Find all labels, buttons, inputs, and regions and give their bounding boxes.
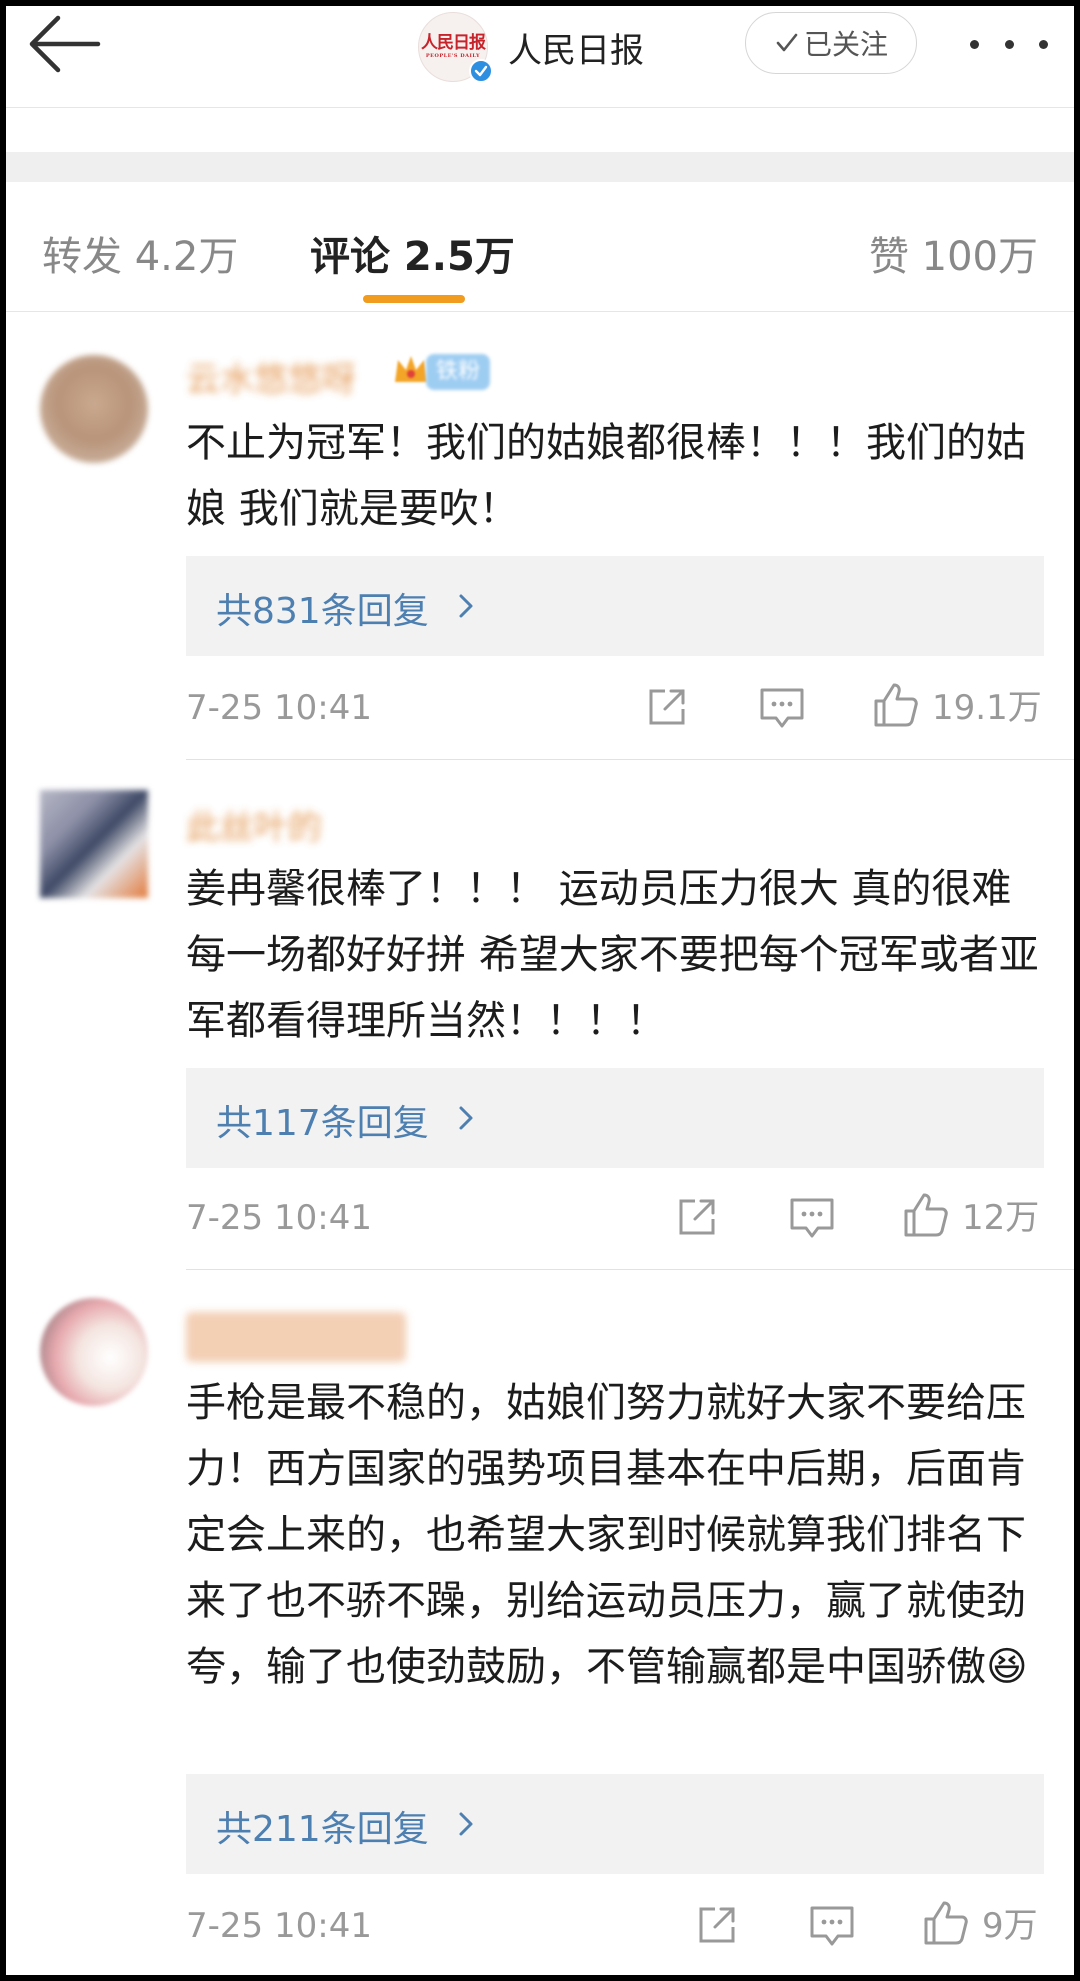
like-count: 9万 bbox=[982, 1906, 1038, 1946]
section-separator bbox=[0, 152, 1080, 182]
account-header[interactable]: 人民日报 PEOPLE'S DAILY 人民日报 bbox=[418, 12, 644, 83]
reply-count: 共117条回复 bbox=[216, 1103, 429, 1144]
like-count: 12万 bbox=[962, 1198, 1040, 1238]
reply-icon[interactable] bbox=[788, 1196, 836, 1240]
account-avatar[interactable]: 人民日报 PEOPLE'S DAILY bbox=[418, 12, 493, 83]
top-bar: 人民日报 PEOPLE'S DAILY 人民日报 已关注 bbox=[0, 0, 1080, 108]
username[interactable]: 此丝叶的 bbox=[186, 800, 322, 850]
share-icon[interactable] bbox=[675, 1195, 719, 1239]
tab-comment[interactable]: 评论 2.5万 bbox=[310, 224, 515, 282]
account-name[interactable]: 人民日报 bbox=[508, 23, 644, 72]
avatar[interactable] bbox=[40, 1298, 148, 1406]
reply-icon[interactable] bbox=[808, 1904, 856, 1948]
reply-icon[interactable] bbox=[758, 686, 806, 730]
share-icon[interactable] bbox=[645, 685, 689, 729]
comment-text: 姜冉馨很棒了！！！ 运动员压力很大 真的很难 每一场都好好拼 希望大家不要把每个… bbox=[186, 866, 1039, 1044]
follow-label: 已关注 bbox=[803, 28, 888, 61]
avatar[interactable] bbox=[40, 790, 148, 898]
comment-text: 手枪是最不稳的，姑娘们努力就好大家不要给压力！西方国家的强势项目基本在中后期，后… bbox=[186, 1380, 1028, 1690]
tab-like[interactable]: 赞 100万 bbox=[869, 224, 1038, 282]
comment-item: 云水悠悠呀 铁粉 不止为冠军！我们的姑娘都很棒！！！我们的姑娘 我们就是要吹！ … bbox=[0, 330, 1080, 760]
comment-text: 不止为冠军！我们的姑娘都很棒！！！我们的姑娘 我们就是要吹！ bbox=[186, 420, 1026, 532]
like-button[interactable]: 19.1万 bbox=[872, 680, 1042, 729]
chevron-right-icon bbox=[459, 1106, 473, 1130]
active-tab-indicator bbox=[363, 295, 465, 303]
username[interactable] bbox=[186, 1312, 406, 1362]
avatar[interactable] bbox=[40, 355, 148, 463]
thumbs-up-icon bbox=[874, 683, 918, 726]
comment-item: 此丝叶的 姜冉馨很棒了！！！ 运动员压力很大 真的很难 每一场都好好拼 希望大家… bbox=[0, 760, 1080, 1270]
verified-badge-icon bbox=[469, 59, 493, 83]
username[interactable]: 云水悠悠呀 bbox=[186, 352, 356, 402]
crown-icon bbox=[395, 356, 427, 382]
chevron-right-icon bbox=[459, 594, 473, 618]
thumbs-up-icon bbox=[924, 1901, 968, 1944]
reply-count: 共211条回复 bbox=[216, 1809, 429, 1850]
like-button[interactable]: 9万 bbox=[922, 1898, 1038, 1947]
comment-time: 7-25 10:41 bbox=[186, 688, 372, 728]
view-replies-button[interactable]: 共211条回复 bbox=[186, 1774, 1044, 1874]
thumbs-up-icon bbox=[904, 1193, 948, 1236]
tab-bar: 转发 4.2万 评论 2.5万 赞 100万 bbox=[0, 182, 1080, 312]
view-replies-button[interactable]: 共117条回复 bbox=[186, 1068, 1044, 1168]
tab-repost[interactable]: 转发 4.2万 bbox=[42, 224, 238, 282]
like-button[interactable]: 12万 bbox=[902, 1190, 1039, 1239]
follow-button[interactable]: 已关注 bbox=[745, 12, 917, 74]
share-icon[interactable] bbox=[695, 1903, 739, 1947]
comment-item: 手枪是最不稳的，姑娘们努力就好大家不要给压力！西方国家的强势项目基本在中后期，后… bbox=[0, 1270, 1080, 1981]
check-icon bbox=[776, 33, 798, 52]
logo-text: 人民日报 PEOPLE'S DAILY bbox=[421, 33, 486, 59]
comment-time: 7-25 10:41 bbox=[186, 1906, 372, 1946]
view-replies-button[interactable]: 共831条回复 bbox=[186, 556, 1044, 656]
reply-count: 共831条回复 bbox=[216, 591, 429, 632]
chevron-right-icon bbox=[459, 1812, 473, 1836]
fan-badge: 铁粉 bbox=[426, 354, 491, 390]
back-button[interactable] bbox=[24, 12, 104, 76]
like-count: 19.1万 bbox=[932, 688, 1042, 728]
comment-time: 7-25 10:41 bbox=[186, 1198, 372, 1238]
arrow-left-icon bbox=[29, 15, 101, 73]
more-dots-icon[interactable] bbox=[970, 24, 1048, 64]
